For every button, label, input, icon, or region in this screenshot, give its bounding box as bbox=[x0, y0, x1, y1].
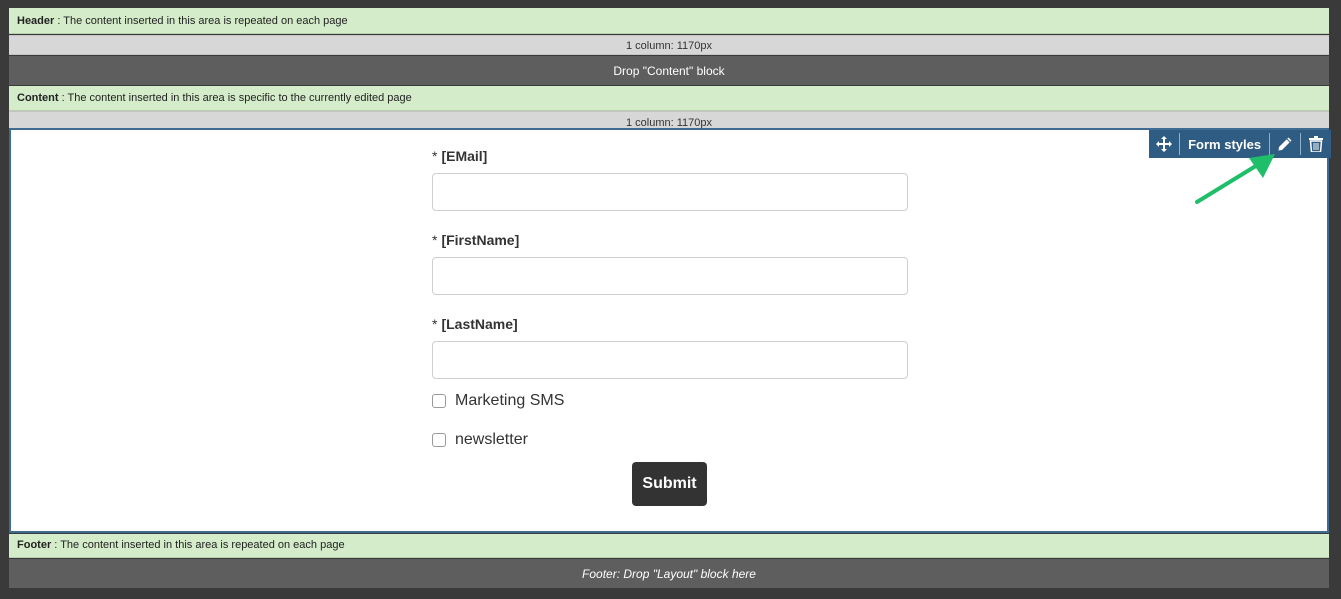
field-lastname: * [LastName] bbox=[432, 316, 908, 379]
drop-content-zone[interactable]: Drop "Content" block bbox=[9, 56, 1329, 85]
header-label-title: Header bbox=[17, 15, 55, 27]
field-email: * [EMail] bbox=[432, 148, 908, 211]
content-zone-label: Content : The content inserted in this a… bbox=[9, 86, 1329, 111]
email-input[interactable] bbox=[432, 173, 908, 211]
firstname-input[interactable] bbox=[432, 257, 908, 295]
lastname-label: * [LastName] bbox=[432, 316, 518, 332]
lastname-input[interactable] bbox=[432, 341, 908, 379]
submit-button[interactable]: Submit bbox=[632, 462, 707, 506]
footer-zone-label: Footer : The content inserted in this ar… bbox=[9, 534, 1329, 558]
newsletter-label: newsletter bbox=[455, 431, 528, 448]
content-label-text: : The content inserted in this area is s… bbox=[58, 92, 412, 104]
marketing-sms-label: Marketing SMS bbox=[455, 392, 565, 409]
firstname-label: * [FirstName] bbox=[432, 232, 520, 248]
annotation-arrow-icon bbox=[1195, 154, 1275, 204]
trash-icon[interactable] bbox=[1301, 130, 1331, 158]
content-label-title: Content bbox=[17, 92, 59, 104]
header-label-text: : The content inserted in this area is r… bbox=[54, 15, 348, 27]
subscription-form: * [EMail] * [FirstName] * [LastName] Market… bbox=[432, 148, 908, 451]
field-firstname: * [FirstName] bbox=[432, 232, 908, 295]
header-column-bar[interactable]: 1 column: 1170px bbox=[9, 35, 1329, 55]
footer-label-text: : The content inserted in this area is r… bbox=[51, 539, 345, 551]
header-zone-label: Header : The content inserted in this ar… bbox=[9, 8, 1329, 34]
marketing-sms-checkbox[interactable] bbox=[432, 394, 446, 408]
checkbox-newsletter[interactable]: newsletter bbox=[432, 429, 908, 451]
content-column-bar[interactable]: 1 column: 1170px bbox=[9, 111, 1329, 129]
newsletter-checkbox[interactable] bbox=[432, 433, 446, 447]
move-icon[interactable] bbox=[1149, 130, 1179, 158]
footer-label-title: Footer bbox=[17, 539, 52, 551]
form-block[interactable]: * [EMail] * [FirstName] * [LastName] Market… bbox=[9, 128, 1331, 533]
email-label: * [EMail] bbox=[432, 148, 488, 164]
footer-drop-zone[interactable]: Footer: Drop "Layout" block here bbox=[9, 559, 1329, 588]
checkbox-marketing-sms[interactable]: Marketing SMS bbox=[432, 390, 908, 412]
